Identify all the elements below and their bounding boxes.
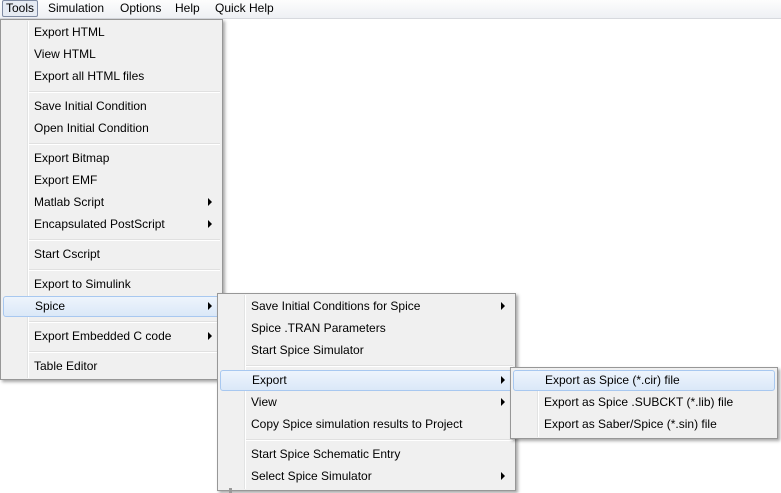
menu-tools[interactable]: Tools bbox=[2, 0, 39, 17]
menu-separator bbox=[246, 365, 513, 367]
menu-simulation[interactable]: Simulation bbox=[45, 1, 107, 16]
menu-item-label: Matlab Script bbox=[34, 195, 105, 209]
menu-help[interactable]: Help bbox=[172, 1, 203, 16]
menu-item-spice[interactable]: Spice bbox=[3, 296, 220, 317]
menu-item-open-initial-condition[interactable]: Open Initial Condition bbox=[3, 118, 220, 139]
menu-item-export-embedded-c[interactable]: Export Embedded C code bbox=[3, 326, 220, 347]
submenu-arrow-icon bbox=[501, 398, 505, 406]
menu-item-export-to-simulink[interactable]: Export to Simulink bbox=[3, 274, 220, 295]
menu-item-label: View bbox=[251, 395, 277, 409]
menu-separator bbox=[29, 143, 220, 145]
submenu-arrow-icon bbox=[208, 198, 212, 206]
submenu-arrow-icon bbox=[501, 302, 505, 310]
submenu-arrow-icon bbox=[208, 302, 212, 310]
menu-item-label: Export Embedded C code bbox=[34, 329, 172, 343]
menu-item-encapsulated-postscript[interactable]: Encapsulated PostScript bbox=[3, 214, 220, 235]
menu-item-label: Select Spice Simulator bbox=[251, 469, 372, 483]
submenu-arrow-icon bbox=[501, 472, 505, 480]
menu-item-spice-tran-parameters[interactable]: Spice .TRAN Parameters bbox=[220, 318, 513, 339]
menu-item-label: Encapsulated PostScript bbox=[34, 217, 165, 231]
menu-item-export-subckt[interactable]: Export as Spice .SUBCKT (*.lib) file bbox=[513, 392, 775, 413]
menu-item-view[interactable]: View bbox=[220, 392, 513, 413]
menu-item-start-spice-simulator[interactable]: Start Spice Simulator bbox=[220, 340, 513, 361]
tools-menu: Export HTML View HTML Export all HTML fi… bbox=[0, 19, 223, 380]
submenu-arrow-icon bbox=[208, 220, 212, 228]
menu-item-start-spice-schematic[interactable]: Start Spice Schematic Entry bbox=[220, 444, 513, 465]
menu-separator bbox=[29, 351, 220, 353]
menu-item-label: Save Initial Conditions for Spice bbox=[251, 299, 421, 313]
menu-separator bbox=[29, 269, 220, 271]
menu-bar: Tools Simulation Options Help Quick Help bbox=[0, 0, 781, 19]
menu-item-save-initial-condition[interactable]: Save Initial Condition bbox=[3, 96, 220, 117]
menu-quick-help[interactable]: Quick Help bbox=[212, 1, 277, 16]
menu-item-export-cir[interactable]: Export as Spice (*.cir) file bbox=[513, 370, 775, 391]
menu-separator bbox=[246, 439, 513, 441]
menu-item-export-emf[interactable]: Export EMF bbox=[3, 170, 220, 191]
menu-item-matlab-script[interactable]: Matlab Script bbox=[3, 192, 220, 213]
menu-separator bbox=[29, 239, 220, 241]
menu-item-export-sin[interactable]: Export as Saber/Spice (*.sin) file bbox=[513, 414, 775, 435]
menu-item-view-html[interactable]: View HTML bbox=[3, 44, 220, 65]
export-submenu: Export as Spice (*.cir) file Export as S… bbox=[510, 367, 778, 439]
submenu-arrow-icon bbox=[208, 332, 212, 340]
submenu-arrow-icon bbox=[501, 376, 505, 384]
menu-item-export-bitmap[interactable]: Export Bitmap bbox=[3, 148, 220, 169]
menu-item-select-spice-simulator[interactable]: Select Spice Simulator bbox=[220, 466, 513, 487]
menu-separator bbox=[29, 321, 220, 323]
menu-item-export-html[interactable]: Export HTML bbox=[3, 22, 220, 43]
menu-item-copy-spice-results[interactable]: Copy Spice simulation results to Project bbox=[220, 414, 513, 435]
menu-separator bbox=[29, 91, 220, 93]
menu-item-start-cscript[interactable]: Start Cscript bbox=[3, 244, 220, 265]
menu-item-save-ic-spice[interactable]: Save Initial Conditions for Spice bbox=[220, 296, 513, 317]
menu-item-export-all-html[interactable]: Export all HTML files bbox=[3, 66, 220, 87]
menu-item-table-editor[interactable]: Table Editor bbox=[3, 356, 220, 377]
menu-item-label: Spice bbox=[35, 299, 66, 313]
canvas-fragment bbox=[229, 488, 232, 493]
spice-submenu: Save Initial Conditions for Spice Spice … bbox=[217, 293, 516, 491]
menu-item-label: Export bbox=[252, 373, 287, 387]
menu-options[interactable]: Options bbox=[117, 1, 164, 16]
menu-item-export[interactable]: Export bbox=[220, 370, 513, 391]
